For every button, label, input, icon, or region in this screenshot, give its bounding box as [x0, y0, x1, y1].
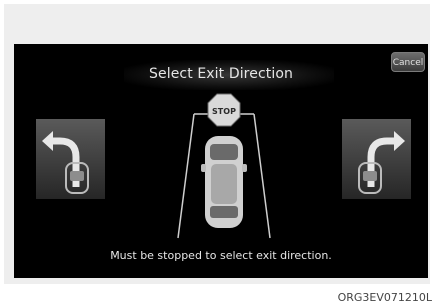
left-exit-arrow-icon: [42, 131, 89, 194]
right-exit-arrow-icon: [358, 131, 405, 194]
cancel-button[interactable]: Cancel: [391, 52, 425, 72]
car-icon: [201, 136, 247, 228]
stop-sign-label: STOP: [212, 107, 236, 116]
exit-left-option[interactable]: [36, 119, 105, 199]
stop-sign-icon: STOP: [207, 93, 241, 127]
vehicle-view: STOP: [174, 92, 274, 242]
status-message: Must be stopped to select exit direction…: [110, 249, 332, 262]
figure-caption: ORG3EV071210L: [337, 291, 432, 304]
exit-right-option[interactable]: [342, 119, 411, 199]
display-screen: Select Exit Direction Cancel STOP Must b…: [14, 44, 428, 278]
screen-title: Select Exit Direction: [149, 66, 293, 82]
